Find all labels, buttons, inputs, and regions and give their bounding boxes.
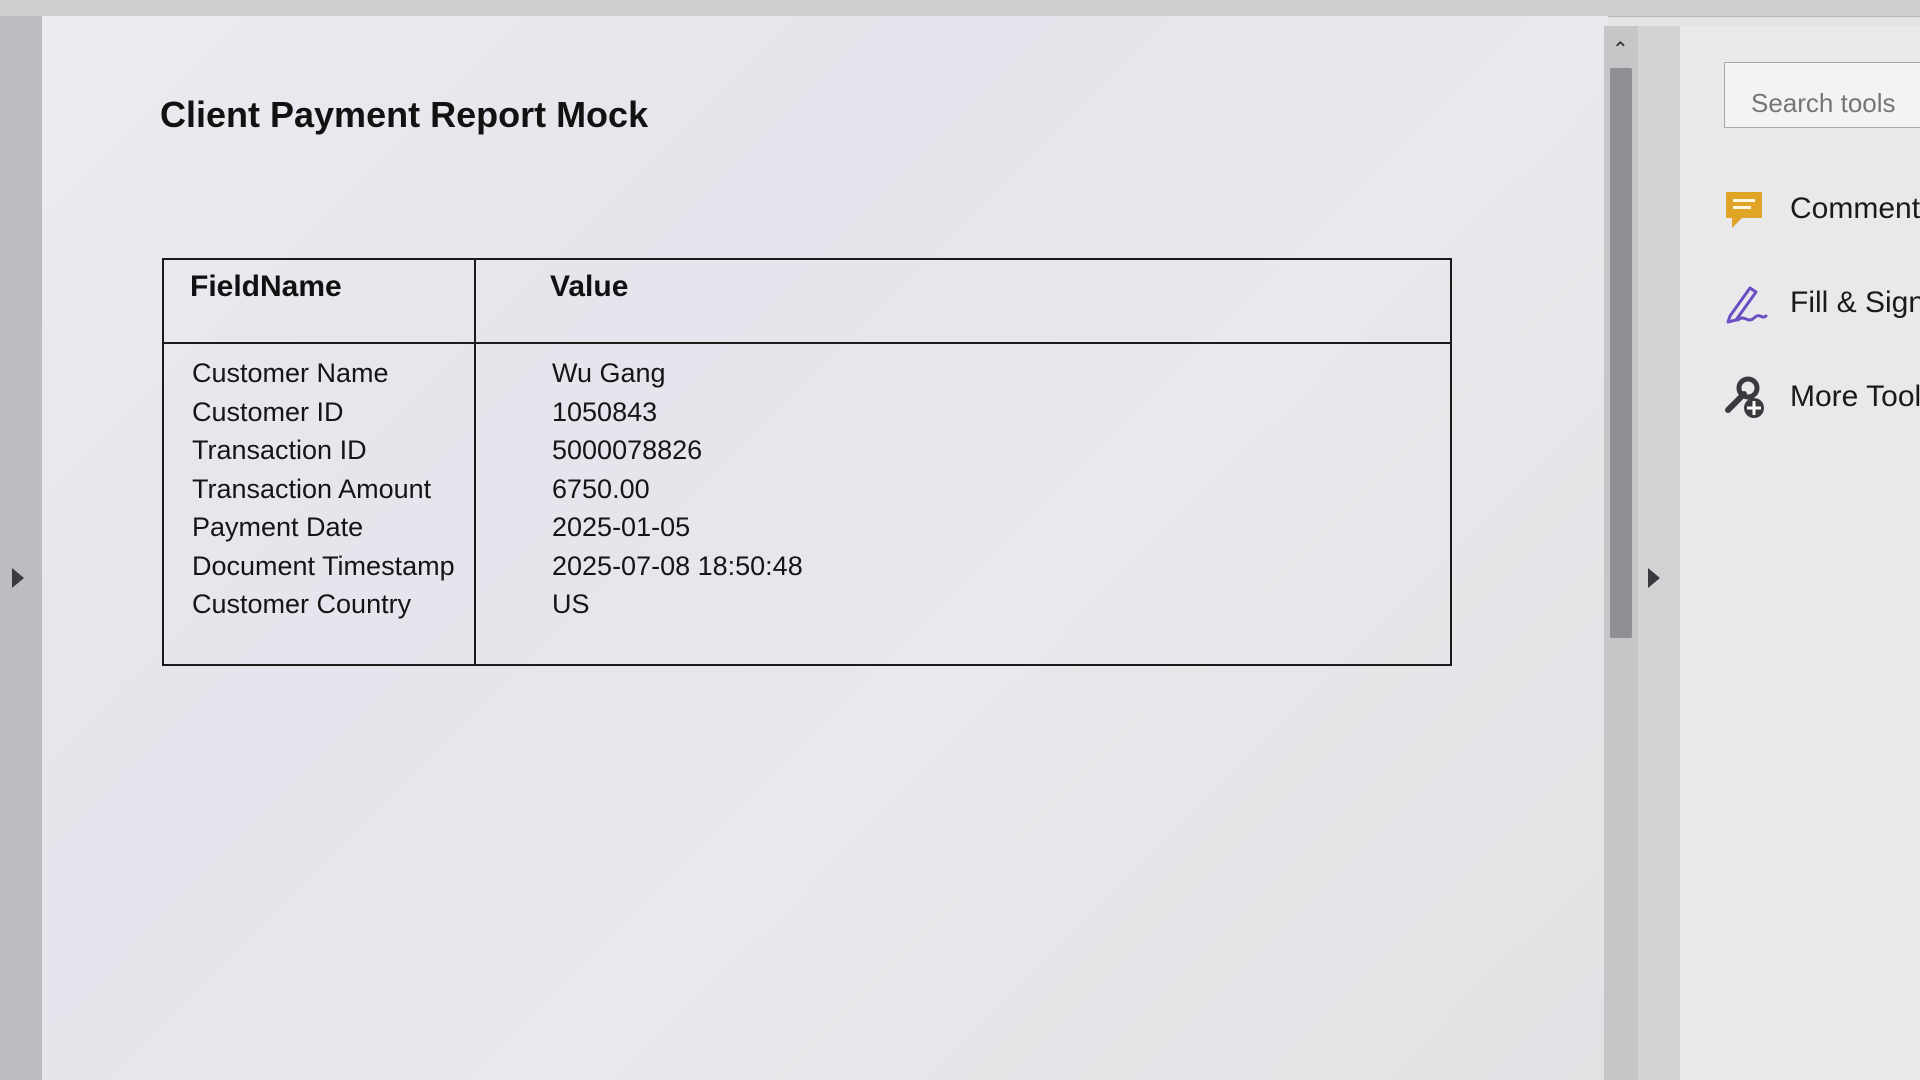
value-cell: Wu Gang	[552, 358, 666, 388]
top-toolbar-strip	[0, 0, 1920, 17]
collapse-tools-pane-icon[interactable]	[1648, 568, 1660, 588]
tool-more-tools[interactable]: More Tools	[1720, 370, 1920, 426]
tool-more-tools-label: More Tools	[1790, 380, 1920, 413]
tool-comment-label: Comment	[1790, 192, 1920, 225]
table-row: Customer Country US	[164, 589, 1450, 628]
field-cell: Customer Name	[192, 358, 389, 388]
value-cell: 5000078826	[552, 435, 703, 465]
value-header: Value	[550, 270, 629, 303]
tool-comment[interactable]: Comment	[1720, 182, 1920, 238]
table-row: Transaction Amount 6750.00	[164, 474, 1450, 513]
fill-sign-icon	[1726, 286, 1768, 324]
value-cell: 6750.00	[552, 473, 650, 504]
value-cell: 2025-01-05	[552, 512, 691, 542]
search-tools-input[interactable]	[1724, 62, 1920, 128]
scrollbar-thumb[interactable]	[1610, 68, 1632, 638]
document-page: Client Payment Report Mock FieldName Val…	[42, 16, 1608, 1080]
table-row: Customer Name Wu Gang	[164, 358, 1450, 397]
tools-pane-collapse-strip	[1638, 26, 1681, 1080]
vertical-scrollbar[interactable]: ⌃	[1604, 26, 1638, 1080]
tool-fill-sign-label: Fill & Sign	[1790, 286, 1920, 319]
field-cell: Document Timestamp	[192, 550, 455, 581]
value-cell: US	[552, 589, 590, 619]
comment-icon	[1726, 192, 1762, 228]
field-name-header: FieldName	[190, 270, 342, 303]
field-cell: Payment Date	[192, 512, 364, 542]
value-cell: 1050843	[552, 396, 658, 427]
tool-fill-sign[interactable]: Fill & Sign	[1720, 276, 1920, 332]
app-window: Client Payment Report Mock FieldName Val…	[0, 0, 1920, 1080]
tools-pane: Comment Fill & Sign More Tools	[1680, 26, 1920, 1080]
report-table: FieldName Value Customer Name Wu Gang Cu…	[162, 258, 1452, 666]
table-row: Document Timestamp 2025-07-08 18:50:48	[164, 551, 1450, 590]
header-divider	[164, 342, 1450, 344]
field-cell: Customer Country	[192, 589, 412, 619]
field-cell: Transaction ID	[192, 435, 367, 465]
more-tools-icon	[1725, 376, 1764, 418]
table-row: Customer ID 1050843	[164, 397, 1450, 436]
scroll-up-icon[interactable]: ⌃	[1612, 40, 1629, 60]
field-cell: Transaction Amount	[192, 473, 432, 504]
field-cell: Customer ID	[192, 396, 344, 427]
expand-left-panel-icon[interactable]	[12, 568, 24, 588]
table-row: Transaction ID 5000078826	[164, 435, 1450, 474]
document-title: Client Payment Report Mock	[160, 94, 649, 135]
table-row: Payment Date 2025-01-05	[164, 512, 1450, 551]
table-body: Customer Name Wu Gang Customer ID 105084…	[164, 358, 1450, 628]
left-navigation-panel	[0, 16, 43, 1080]
value-cell: 2025-07-08 18:50:48	[552, 550, 803, 581]
